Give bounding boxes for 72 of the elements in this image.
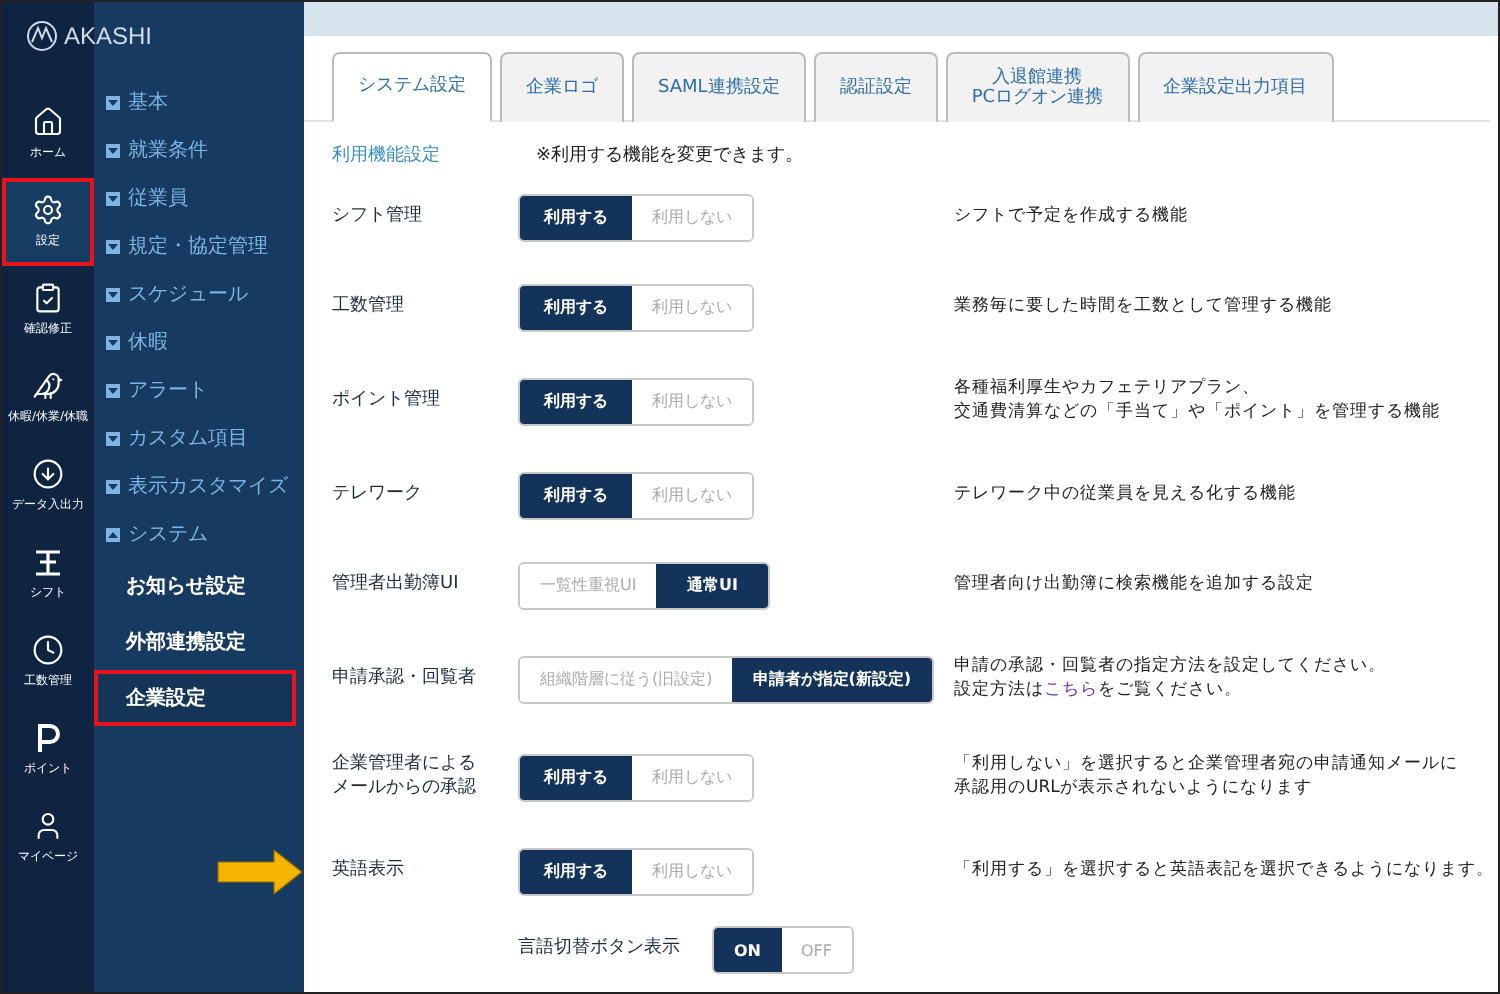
menu-item[interactable]: 表示カスタマイズ bbox=[94, 462, 304, 510]
section-title: 利用機能設定 bbox=[332, 143, 440, 168]
menu-item[interactable]: システム bbox=[94, 510, 304, 558]
expand-icon bbox=[106, 191, 120, 205]
setting-description: 申請の承認・回覧者の指定方法を設定してください。 bbox=[954, 656, 1388, 679]
tab[interactable]: 企業設定出力項目 bbox=[1137, 52, 1334, 122]
expand-icon bbox=[106, 143, 120, 157]
shift-icon bbox=[32, 546, 64, 578]
setting-description: 業務毎に要した時間を工数として管理する機能 bbox=[954, 295, 1334, 319]
setting-description: 管理者向け出勤簿に検索機能を追加する設定 bbox=[954, 573, 1316, 597]
setting-description: シフトで予定を作成する機能 bbox=[954, 205, 1190, 229]
logo-icon bbox=[26, 20, 58, 52]
setting-description: 交通費清算などの「手当て」や「ポイント」を管理する機能 bbox=[954, 401, 1442, 424]
setting-description: 各種福利厚生やカフェテリアプラン、 bbox=[954, 378, 1262, 401]
expand-icon bbox=[106, 479, 120, 493]
clipboard-icon bbox=[32, 282, 64, 314]
submenu-item[interactable]: 企業設定 bbox=[94, 670, 296, 726]
toggle-option[interactable]: ON bbox=[714, 928, 781, 972]
help-link[interactable]: こちら bbox=[1044, 679, 1098, 699]
menu-item[interactable]: スケジュール bbox=[94, 270, 304, 318]
point-icon bbox=[34, 722, 62, 754]
menu-item[interactable]: 従業員 bbox=[94, 174, 304, 222]
toggle-option[interactable]: 利用する bbox=[520, 849, 632, 893]
logo-text: AKASHI bbox=[64, 22, 153, 50]
toggle-option[interactable]: 利用する bbox=[520, 285, 632, 329]
menu-item[interactable]: 基本 bbox=[94, 78, 304, 126]
setting-label: 工数管理 bbox=[332, 295, 406, 319]
setting-description: 設定方法は こちら をご覧ください。 bbox=[954, 679, 1244, 702]
tab[interactable]: システム設定 bbox=[332, 52, 492, 122]
tab[interactable]: 入退館連携 PCログオン連携 bbox=[945, 52, 1130, 122]
expand-icon bbox=[106, 335, 120, 349]
toggle-option[interactable]: 申請者が指定(新設定) bbox=[732, 657, 932, 701]
setting-label: テレワーク bbox=[332, 483, 424, 507]
collapse-icon bbox=[106, 527, 120, 541]
settings-icon bbox=[32, 194, 64, 226]
menu-item[interactable]: 規定・協定管理 bbox=[94, 222, 304, 270]
toggle-option[interactable]: 利用する bbox=[520, 755, 632, 799]
setting-description: 「利用する」を選択すると英語表記を選択できるようになります。 bbox=[954, 859, 1496, 883]
tab[interactable]: 認証設定 bbox=[813, 52, 938, 122]
expand-icon bbox=[106, 383, 120, 397]
submenu-item[interactable]: お知らせ設定 bbox=[94, 558, 296, 614]
menu-item[interactable]: カスタム項目 bbox=[94, 414, 304, 462]
tab[interactable]: 企業ロゴ bbox=[500, 52, 624, 122]
expand-icon bbox=[106, 239, 120, 253]
expand-icon bbox=[106, 431, 120, 445]
setting-label: 英語表示 bbox=[332, 859, 406, 883]
home-icon bbox=[32, 106, 64, 138]
toggle-option[interactable]: 通常UI bbox=[656, 563, 769, 607]
download-icon bbox=[32, 458, 64, 490]
setting-label: 申請承認・回覧者 bbox=[332, 667, 478, 691]
submenu-item[interactable]: 外部連携設定 bbox=[94, 614, 296, 670]
setting-description: テレワーク中の従業員を見える化する機能 bbox=[954, 483, 1298, 507]
toggle-option[interactable]: 利用する bbox=[520, 195, 632, 239]
setting-description: 「利用しない」を選択すると企業管理者宛の申請通知メールに bbox=[954, 754, 1460, 777]
setting-label: 企業管理者による メールからの承認 bbox=[332, 753, 478, 801]
clock-icon bbox=[32, 634, 64, 666]
setting-label: 言語切替ボタン表示 bbox=[518, 938, 680, 962]
setting-description: 承認用のURLが表示されないようになります bbox=[954, 777, 1314, 800]
setting-label: シフト管理 bbox=[332, 205, 424, 229]
bird-icon bbox=[32, 370, 64, 402]
menu-item[interactable]: 就業条件 bbox=[94, 126, 304, 174]
toggle-option[interactable]: 利用する bbox=[520, 473, 632, 517]
tab[interactable]: SAML連携設定 bbox=[632, 52, 806, 122]
expand-icon bbox=[106, 287, 120, 301]
person-icon bbox=[32, 810, 64, 842]
toggle-option[interactable]: 利用する bbox=[520, 379, 632, 423]
menu-item[interactable]: 休暇 bbox=[94, 318, 304, 366]
section-note: ※利用する機能を変更できます。 bbox=[536, 143, 804, 168]
setting-label: 管理者出勤簿UI bbox=[332, 573, 461, 597]
menu-item[interactable]: アラート bbox=[94, 366, 304, 414]
expand-icon bbox=[106, 95, 120, 109]
setting-label: ポイント管理 bbox=[332, 389, 442, 413]
